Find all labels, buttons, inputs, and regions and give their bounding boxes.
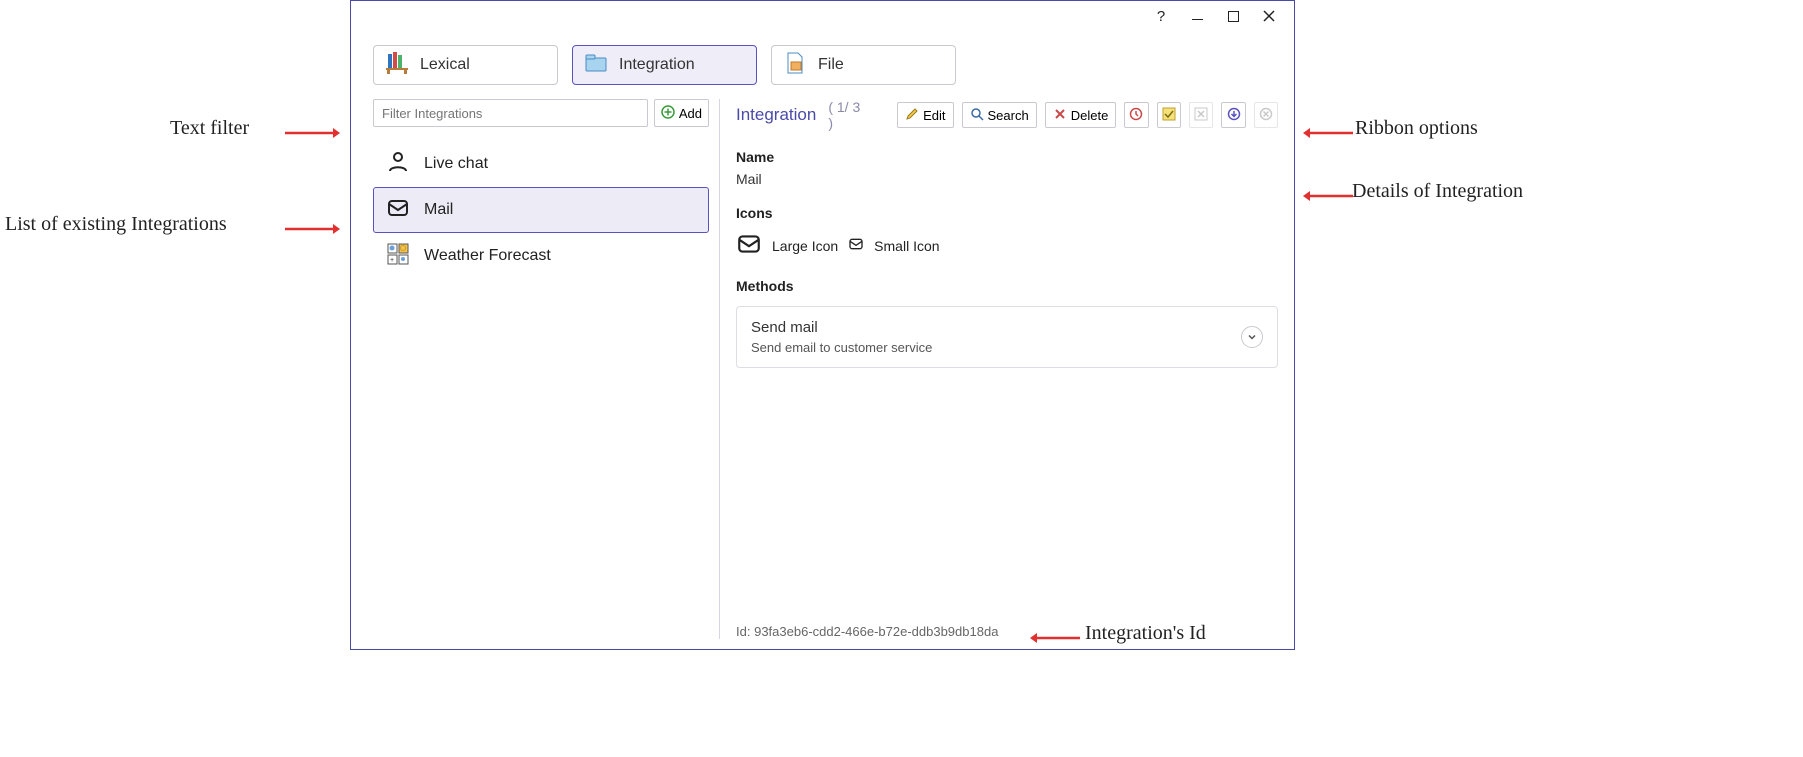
titlebar: ? [351,1,1294,31]
list-item-weather[interactable]: + Weather Forecast [373,233,709,279]
search-button[interactable]: Search [962,102,1037,128]
weather-icon: + [386,242,410,271]
filter-input[interactable] [373,99,648,127]
disabled-x-button[interactable] [1189,102,1213,128]
help-icon[interactable]: ? [1154,9,1168,23]
annot-text-filter: Text filter [170,117,249,140]
body: Add Live chat [351,93,1294,649]
arrow-icon [285,126,340,142]
folder-icon [583,50,609,81]
ribbon-count: ( 1/ 3 ) [828,99,863,131]
history-icon [1129,107,1143,124]
app-window: ? Lexical [350,0,1295,650]
methods-label: Methods [736,278,1278,294]
file-icon [782,50,808,81]
small-icon-label: Small Icon [874,238,939,254]
close-button[interactable] [1262,9,1276,23]
large-icon-label: Large Icon [772,238,838,254]
name-label: Name [736,149,1278,165]
x-box-icon [1194,107,1208,124]
left-pane: Add Live chat [351,93,709,649]
delete-label: Delete [1071,108,1109,123]
mail-icon [386,196,410,225]
arrow-icon [1303,189,1353,205]
tab-integration[interactable]: Integration [572,45,757,85]
tab-lexical[interactable]: Lexical [373,45,558,85]
edit-label: Edit [923,108,945,123]
ribbon: Integration ( 1/ 3 ) Edit Search [736,99,1278,131]
tab-label: File [818,56,844,74]
annot-details: Details of Integration [1352,180,1523,203]
search-icon [970,107,984,124]
tab-file[interactable]: File [771,45,956,85]
pencil-icon [905,107,919,124]
mail-icon-small [848,236,864,255]
list-item-label: Live chat [424,155,488,173]
method-desc: Send email to customer service [751,340,932,355]
history-button[interactable] [1124,102,1148,128]
search-label: Search [988,108,1029,123]
add-button[interactable]: Add [654,99,709,127]
ribbon-title: Integration [736,105,816,125]
method-card[interactable]: Send mail Send email to customer service [736,306,1278,368]
method-text: Send mail Send email to customer service [751,319,932,355]
right-pane: Integration ( 1/ 3 ) Edit Search [720,93,1294,649]
list-item-live-chat[interactable]: Live chat [373,141,709,187]
delete-button[interactable]: Delete [1045,102,1117,128]
cancel-circle-button[interactable] [1254,102,1278,128]
list-item-label: Mail [424,201,453,219]
maximize-button[interactable] [1226,9,1240,23]
list-item-label: Weather Forecast [424,247,551,265]
arrow-icon [1030,631,1080,647]
annot-ribbon-options: Ribbon options [1355,117,1478,140]
name-value: Mail [736,171,1278,187]
icons-row: Large Icon Small Icon [736,231,1278,260]
mail-icon-large [736,231,762,260]
arrow-icon [285,222,340,238]
books-icon [384,50,410,81]
arrow-icon [1303,126,1353,142]
tabbar: Lexical Integration File [351,31,1294,93]
check-icon [1162,107,1176,124]
list-item-mail[interactable]: Mail [373,187,709,233]
cancel-circle-icon [1259,107,1273,124]
check-button[interactable] [1157,102,1181,128]
svg-text:+: + [390,257,394,264]
download-button[interactable] [1221,102,1245,128]
edit-button[interactable]: Edit [897,102,953,128]
chevron-down-icon[interactable] [1241,326,1263,348]
delete-icon [1053,107,1067,124]
annot-list-existing: List of existing Integrations [5,213,227,236]
id-value: 93fa3eb6-cdd2-466e-b72e-ddb3b9db18da [754,624,998,639]
method-title: Send mail [751,319,932,336]
integration-list: Live chat Mail [373,141,709,279]
minimize-button[interactable] [1190,9,1204,23]
filter-row: Add [373,99,709,127]
annot-integration-id: Integration's Id [1085,622,1206,645]
add-label: Add [679,106,702,121]
id-label: Id: [736,624,750,639]
tab-label: Lexical [420,56,470,74]
plus-icon [661,105,675,122]
download-icon [1227,107,1241,124]
person-icon [386,150,410,179]
tab-label: Integration [619,56,695,74]
icons-label: Icons [736,205,1278,221]
